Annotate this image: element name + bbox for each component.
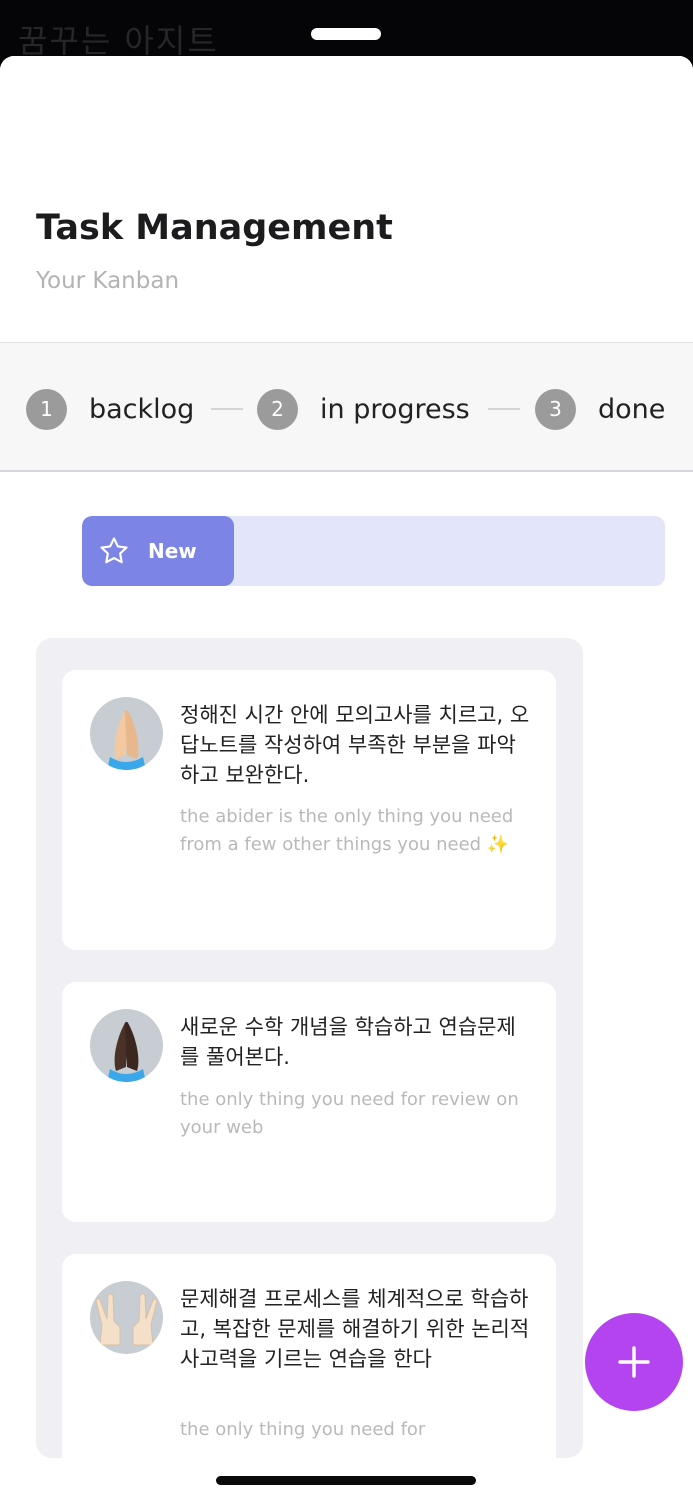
star-icon — [100, 537, 128, 564]
background-app-title: 꿈꾸는 아지트 — [18, 22, 219, 58]
sheet-grabber[interactable] — [311, 28, 381, 40]
step-label: backlog — [89, 393, 195, 425]
task-card[interactable]: 정해진 시간 안에 모의고사를 치르고, 오답노트를 작성하여 부족한 부분을 … — [62, 670, 556, 950]
page-subtitle: Your Kanban — [36, 268, 180, 294]
step-in-progress[interactable]: 2 in progress — [257, 387, 470, 431]
praying-hands-icon — [107, 710, 146, 770]
task-description: the only thing you need for review on yo… — [180, 1089, 519, 1138]
home-indicator[interactable] — [216, 1476, 476, 1485]
step-number-badge: 2 — [257, 388, 298, 430]
task-title: 문제해결 프로세스를 체계적으로 학습하고, 복잡한 문제를 해결하기 위한 논… — [180, 1287, 530, 1371]
step-connector — [488, 408, 520, 410]
task-title: 새로운 수학 개념을 학습하고 연습문제를 풀어본다. — [180, 1015, 516, 1069]
new-filter-label: New — [148, 539, 197, 563]
victory-hands-icon — [95, 1293, 158, 1346]
kanban-board: New 정해진 시간 안에 모의고사를 치르고, 오답노트를 작성하여 부족한 … — [0, 472, 693, 1484]
step-label: in progress — [320, 393, 470, 425]
task-description: the only thing you need for — [180, 1419, 426, 1440]
page-header: Task Management Your Kanban — [0, 56, 693, 342]
task-description: the abider is the only thing you need fr… — [180, 806, 514, 855]
page-title: Task Management — [36, 208, 393, 248]
filter-bar: New — [82, 516, 665, 586]
backlog-column: 정해진 시간 안에 모의고사를 치르고, 오답노트를 작성하여 부족한 부분을 … — [36, 638, 583, 1484]
new-filter-button[interactable]: New — [82, 516, 234, 586]
plus-icon — [618, 1346, 650, 1378]
modal-sheet: Task Management Your Kanban 1 backlog 2 … — [0, 56, 693, 1500]
task-card[interactable]: 새로운 수학 개념을 학습하고 연습문제를 풀어본다. the only thi… — [62, 982, 556, 1222]
step-connector — [211, 408, 243, 410]
step-backlog[interactable]: 1 backlog — [26, 387, 194, 431]
praying-hands-emoji — [90, 697, 163, 770]
step-done[interactable]: 3 done — [535, 387, 665, 431]
task-title: 정해진 시간 안에 모의고사를 치르고, 오답노트를 작성하여 부족한 부분을 … — [180, 703, 530, 787]
add-task-button[interactable] — [585, 1313, 683, 1411]
step-number-badge: 1 — [26, 388, 67, 430]
status-stepper: 1 backlog 2 in progress 3 done — [0, 342, 693, 472]
praying-hands-dark-icon — [107, 1022, 146, 1082]
background-screen: 꿈꾸는 아지트 — [0, 0, 693, 58]
praying-hands-dark-emoji — [90, 1009, 163, 1082]
step-number-badge: 3 — [535, 388, 576, 430]
victory-hands-emoji — [90, 1281, 163, 1354]
step-label: done — [598, 393, 666, 425]
task-card[interactable]: 문제해결 프로세스를 체계적으로 학습하고, 복잡한 문제를 해결하기 위한 논… — [62, 1254, 556, 1484]
